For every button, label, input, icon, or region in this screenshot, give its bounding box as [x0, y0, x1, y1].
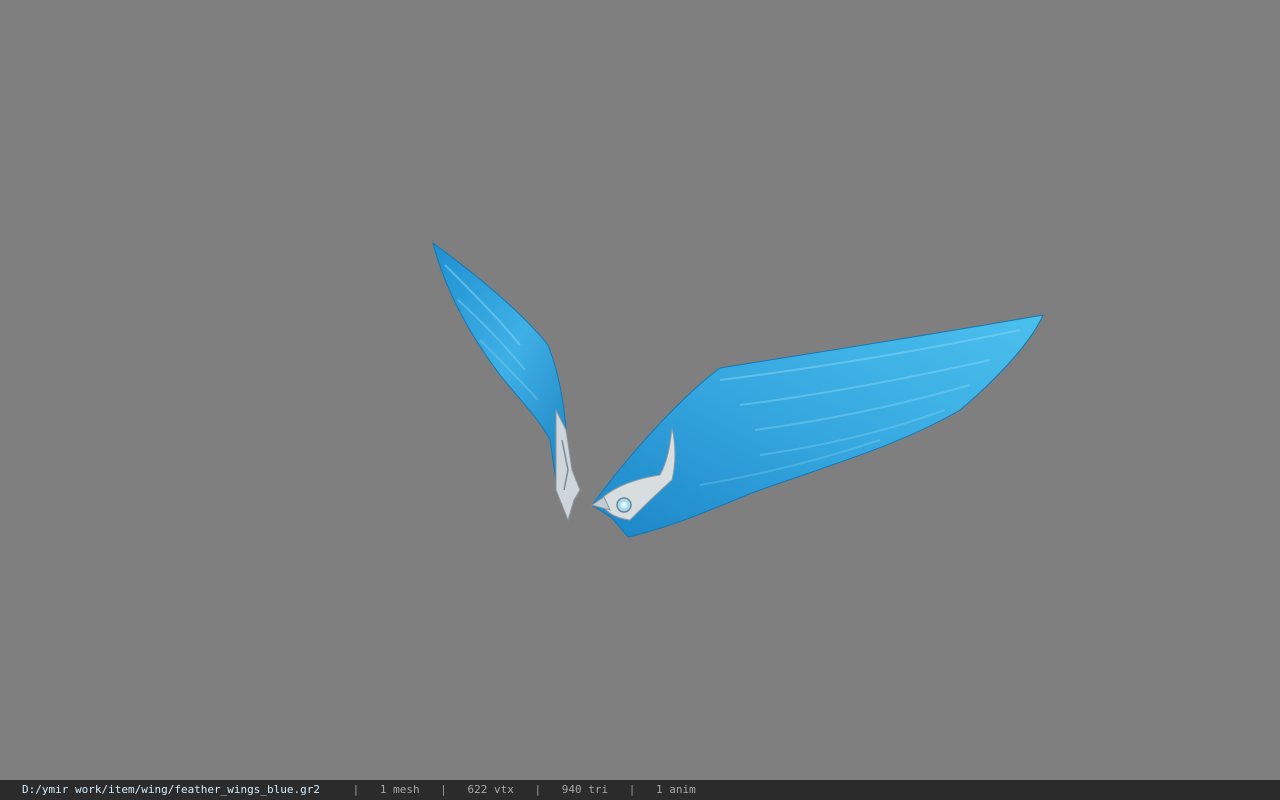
status-bar: D:/ymir work/item/wing/feather_wings_blu… [0, 780, 1280, 800]
3d-viewport[interactable] [0, 0, 1280, 780]
separator: | [534, 783, 542, 796]
right-wing [590, 314, 1044, 538]
mesh-count: 1 mesh [379, 783, 420, 796]
animation-count: 1 anim [655, 783, 696, 796]
model-render [432, 241, 1044, 538]
left-wing [432, 241, 581, 522]
separator: | [352, 783, 360, 796]
file-path: D:/ymir work/item/wing/feather_wings_blu… [22, 783, 321, 796]
triangle-count: 940 tri [561, 783, 609, 796]
separator: | [628, 783, 636, 796]
separator: | [440, 783, 447, 796]
vertex-count: 622 vtx [467, 783, 514, 796]
